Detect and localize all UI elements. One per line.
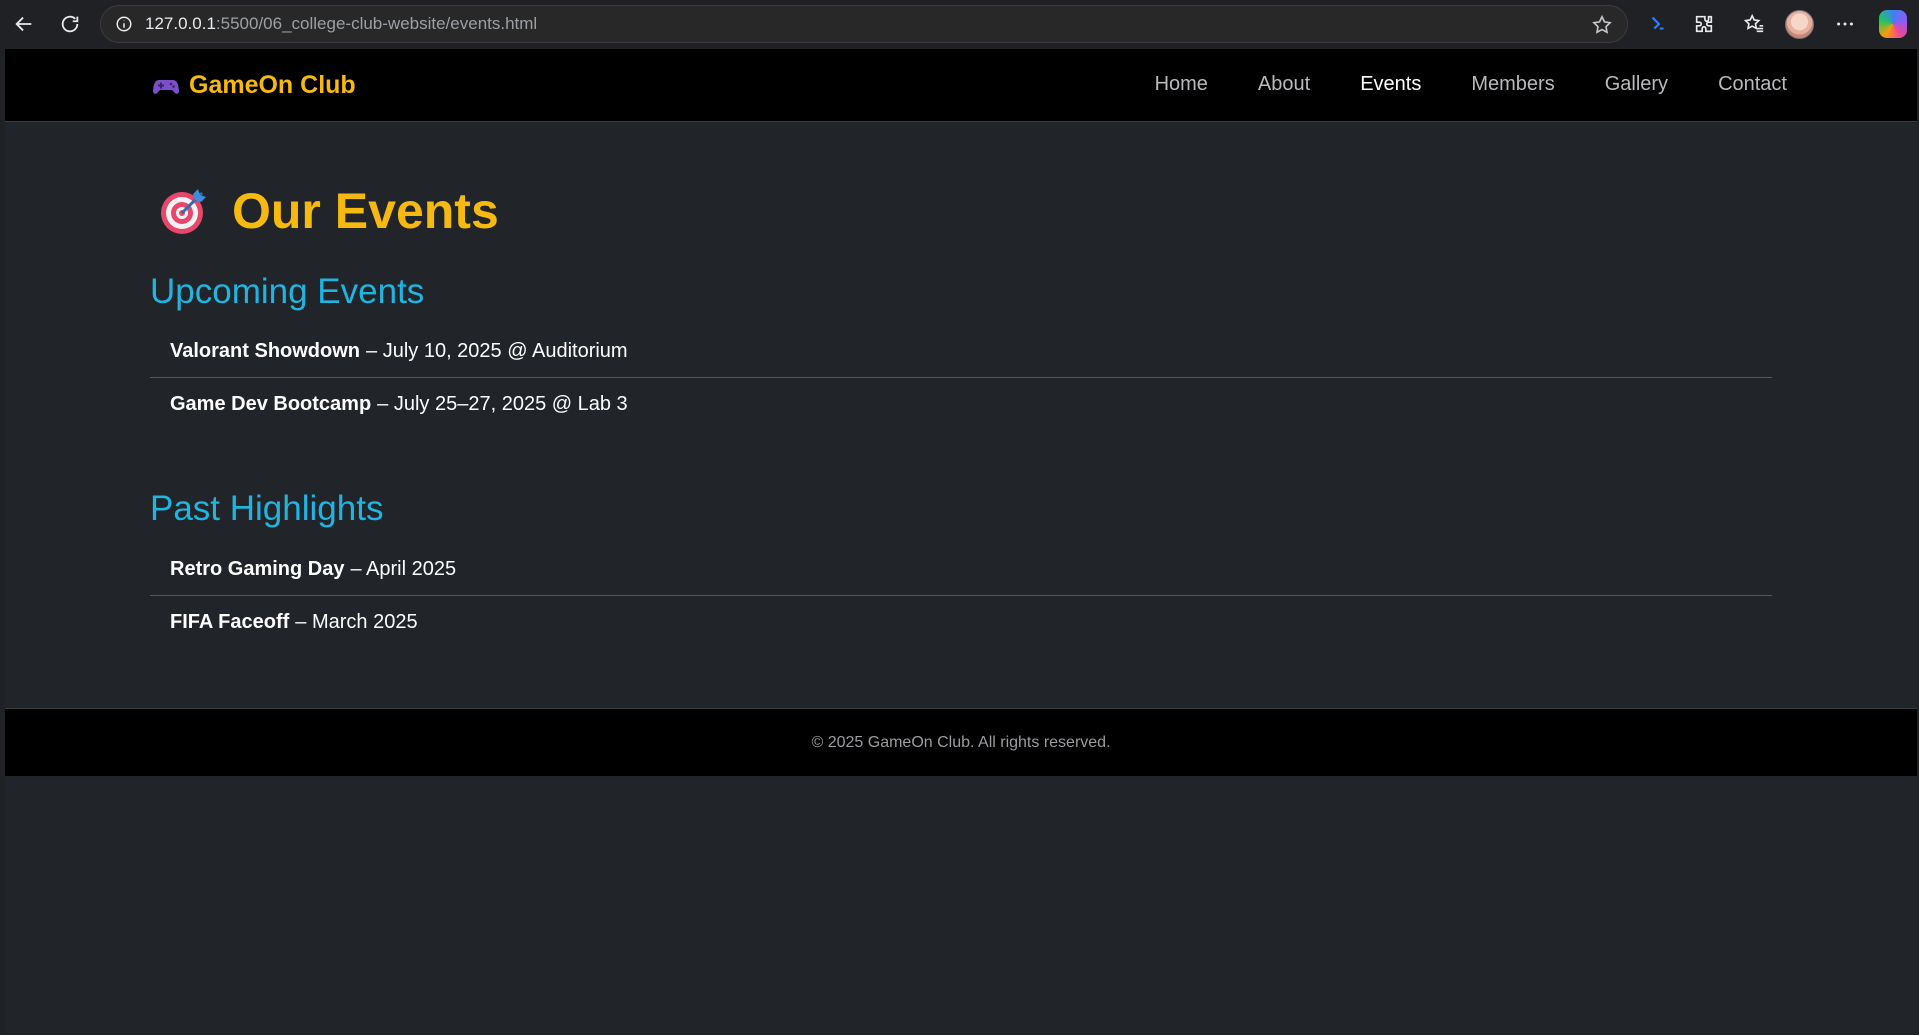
footer-copyright: © 2025 GameOn Club. All rights reserved. bbox=[811, 733, 1111, 751]
page-heading: Our Events bbox=[232, 183, 499, 239]
more-button[interactable] bbox=[1831, 10, 1859, 38]
past-highlights-heading: Past Highlights bbox=[150, 489, 384, 528]
nav-about[interactable]: About bbox=[1258, 73, 1310, 96]
browser-toolbar: 127.0.0.1:5500/06_college-club-website/e… bbox=[0, 0, 1919, 49]
profile-avatar[interactable] bbox=[1785, 10, 1814, 39]
upcoming-events-heading: Upcoming Events bbox=[150, 272, 425, 311]
event-name: Valorant Showdown bbox=[170, 339, 361, 362]
copilot-icon[interactable] bbox=[1879, 10, 1907, 38]
list-item: Game Dev Bootcamp – July 25–27, 2025 @ L… bbox=[150, 378, 1772, 431]
logo-text: GameOn Club bbox=[189, 71, 356, 99]
list-item: FIFA Faceoff – March 2025 bbox=[150, 596, 1772, 649]
more-icon bbox=[1837, 22, 1853, 26]
reload-button[interactable] bbox=[54, 8, 86, 40]
target-icon bbox=[161, 189, 206, 234]
site-footer: © 2025 GameOn Club. All rights reserved. bbox=[5, 708, 1917, 776]
page-title: Our Events bbox=[158, 182, 499, 240]
nav-members[interactable]: Members bbox=[1471, 73, 1554, 96]
event-detail: – July 25–27, 2025 @ Lab 3 bbox=[377, 393, 628, 415]
event-name: FIFA Faceoff bbox=[170, 611, 290, 633]
extensions-icon bbox=[1695, 15, 1713, 33]
address-bar[interactable]: 127.0.0.1:5500/06_college-club-website/e… bbox=[100, 5, 1628, 43]
back-icon bbox=[15, 16, 32, 32]
site-info-icon[interactable] bbox=[115, 15, 133, 33]
search-extension-icon bbox=[1651, 16, 1664, 30]
favorites-button[interactable] bbox=[1740, 10, 1768, 38]
gamepad-icon bbox=[153, 79, 179, 94]
event-name: Retro Gaming Day bbox=[170, 557, 345, 580]
reload-icon bbox=[61, 15, 79, 33]
event-detail: – March 2025 bbox=[295, 611, 418, 633]
main-nav: Home About Events Members Gallery Contac… bbox=[1105, 73, 1787, 96]
search-extension-button[interactable] bbox=[1644, 10, 1672, 38]
url-text[interactable]: 127.0.0.1:5500/06_college-club-website/e… bbox=[145, 14, 537, 34]
back-button[interactable] bbox=[8, 8, 40, 40]
site-logo[interactable]: GameOn Club bbox=[153, 71, 356, 100]
nav-home[interactable]: Home bbox=[1155, 73, 1208, 96]
favorites-icon bbox=[1743, 13, 1764, 33]
url-host: 127.0.0.1 bbox=[145, 14, 216, 33]
url-path: :5500/06_college-club-website/events.htm… bbox=[215, 14, 538, 33]
list-item: Valorant Showdown – July 10, 2025 @ Audi… bbox=[150, 325, 1772, 378]
upcoming-events-list: Valorant Showdown – July 10, 2025 @ Audi… bbox=[150, 325, 1772, 431]
event-name: Game Dev Bootcamp bbox=[170, 393, 372, 415]
event-detail: – April 2025 bbox=[350, 557, 457, 580]
extensions-button[interactable] bbox=[1690, 10, 1718, 38]
event-detail: – July 10, 2025 @ Auditorium bbox=[366, 339, 628, 362]
nav-events[interactable]: Events bbox=[1360, 73, 1421, 96]
list-item: Retro Gaming Day – April 2025 bbox=[150, 543, 1772, 596]
page-viewport: GameOn Club Home About Events Members Ga… bbox=[5, 49, 1917, 1033]
past-highlights-list: Retro Gaming Day – April 2025 FIFA Faceo… bbox=[150, 543, 1772, 649]
nav-contact[interactable]: Contact bbox=[1718, 73, 1787, 96]
nav-gallery[interactable]: Gallery bbox=[1605, 73, 1668, 96]
site-header: GameOn Club Home About Events Members Ga… bbox=[5, 49, 1917, 122]
favorite-star-icon[interactable] bbox=[1591, 14, 1613, 36]
